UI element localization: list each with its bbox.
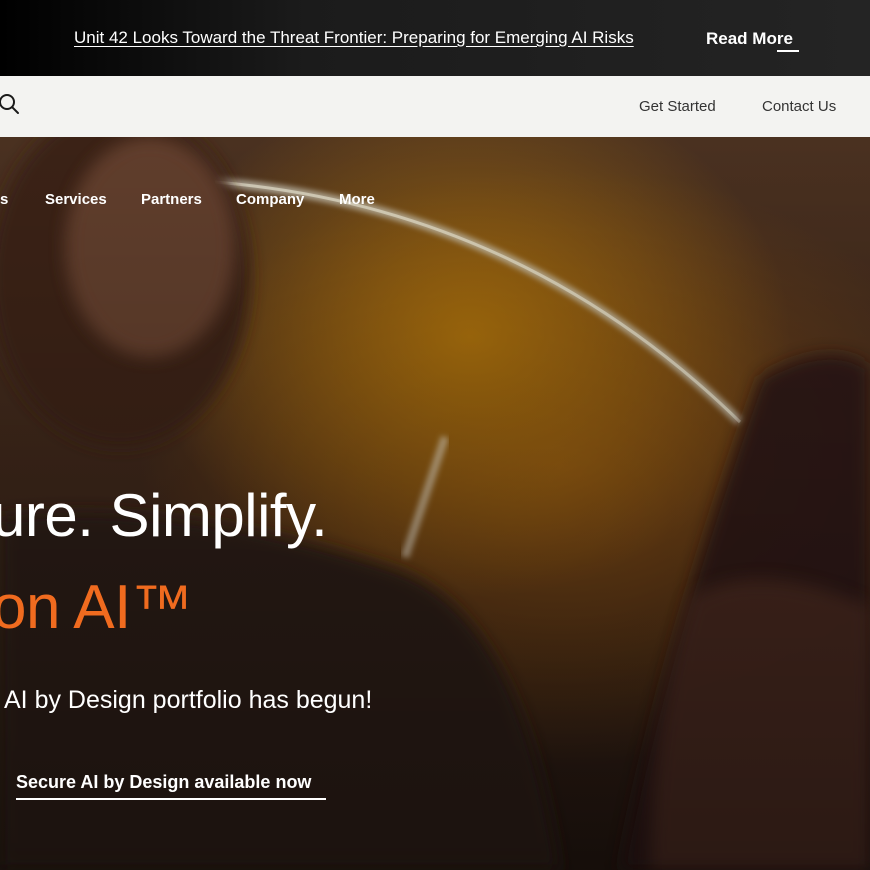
search-icon[interactable] (0, 92, 21, 116)
nav-item-services[interactable]: Services (45, 190, 107, 210)
read-more-underline (777, 50, 799, 52)
utility-nav: Get Started Contact Us (0, 76, 870, 137)
hero-cta-link[interactable]: Secure AI by Design available now (16, 770, 311, 794)
hero-headline-line2: on AI™ (0, 573, 193, 642)
page: Unit 42 Looks Toward the Threat Frontier… (0, 0, 870, 870)
hero-cta-underline (16, 798, 326, 800)
read-more-link[interactable]: Read More (706, 28, 793, 50)
get-started-link[interactable]: Get Started (639, 97, 716, 117)
hero-headline-line1: ure. Simplify. (0, 482, 328, 549)
contact-us-link[interactable]: Contact Us (762, 97, 836, 117)
nav-item-partners[interactable]: Partners (141, 190, 202, 210)
hero-subheading: AI by Design portfolio has begun! (4, 686, 373, 714)
nav-item-more[interactable]: More (339, 190, 375, 210)
nav-item-products[interactable]: s (0, 190, 8, 210)
announcement-link[interactable]: Unit 42 Looks Toward the Threat Frontier… (74, 27, 634, 49)
announcement-bar: Unit 42 Looks Toward the Threat Frontier… (0, 0, 870, 76)
nav-item-company[interactable]: Company (236, 190, 304, 210)
hero-section: s Services Partners Company More ure. Si… (0, 137, 870, 870)
